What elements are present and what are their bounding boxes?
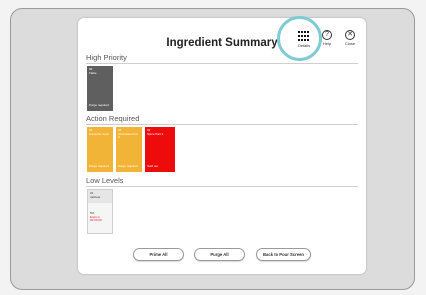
help-label: Help — [322, 41, 332, 46]
close-icon: ✕ — [345, 30, 355, 40]
purge-all-button[interactable]: Purge All — [194, 248, 245, 261]
help-icon: ? — [322, 30, 332, 40]
card-status: Purge required — [89, 103, 109, 108]
card-header: 01 cashew — [88, 190, 112, 203]
card-name: Ganache Coco — [89, 131, 110, 136]
card-status: Purge required — [89, 164, 109, 169]
card-warning: Ends in 00:00:00 — [90, 214, 102, 223]
ingredient-card-chocolate-pod-a[interactable]: 04 Chocolate Pod A Purge required — [116, 127, 142, 172]
card-name: Chocolate Pod A — [118, 131, 138, 140]
card-name: cashew — [90, 194, 101, 199]
card-status: Sold out — [147, 164, 159, 169]
card-name: Flatte — [89, 70, 97, 75]
prime-all-button[interactable]: Prime All — [133, 248, 184, 261]
ingredient-card-flatte[interactable]: 06 Flatte Purge required — [87, 66, 113, 111]
back-to-pour-screen-button[interactable]: Back to Pour Screen — [256, 248, 311, 261]
card-name: Spice Part 2 — [147, 131, 164, 136]
section-header-low-levels: Low Levels — [86, 176, 358, 187]
card-body: 5% Ends in 00:00:00 — [88, 203, 112, 225]
card-status: Purge required — [118, 164, 138, 169]
ingredient-card-spice-part-2[interactable]: 02 Spice Part 2 Sold out — [145, 127, 175, 172]
ingredient-card-cashew[interactable]: 01 cashew 5% Ends in 00:00:00 — [87, 189, 113, 234]
close-button[interactable]: ✕ Close — [341, 30, 359, 46]
section-header-action-required: Action Required — [86, 114, 358, 125]
close-label: Close — [344, 41, 356, 46]
ingredient-card-ganache-coco[interactable]: 03 Ganache Coco Purge required — [87, 127, 113, 172]
section-header-high-priority: High Priority — [86, 53, 358, 64]
